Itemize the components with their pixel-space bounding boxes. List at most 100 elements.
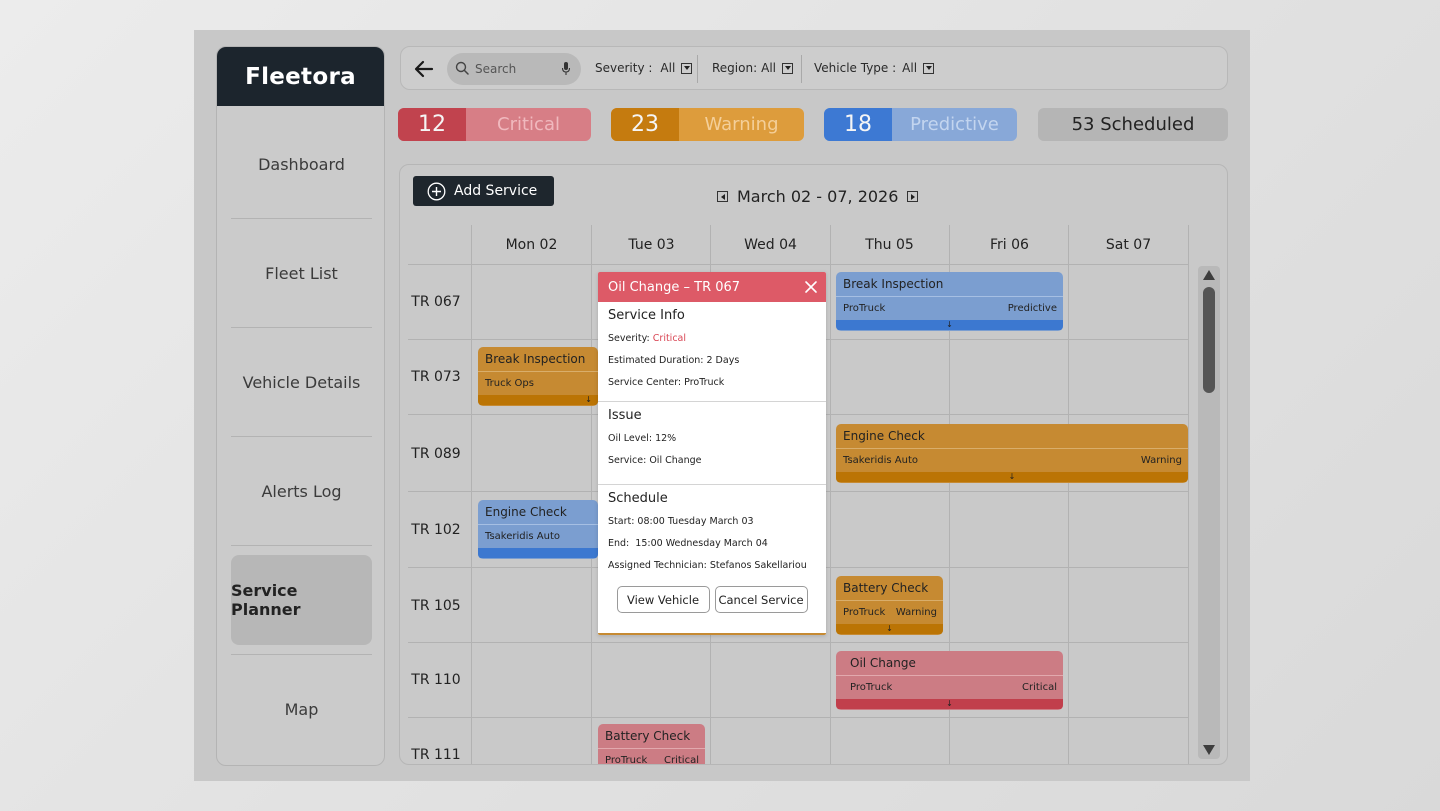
event-title: Break Inspection bbox=[843, 277, 944, 291]
popup-header: Oil Change – TR 067 bbox=[598, 272, 826, 302]
vehicle-row-label: TR 073 bbox=[411, 369, 461, 385]
plus-circle-icon bbox=[427, 182, 446, 200]
severity-label: Severity: bbox=[608, 332, 650, 344]
scroll-up-arrow-icon[interactable] bbox=[1203, 270, 1215, 280]
popup-actions: View Vehicle Cancel Service bbox=[608, 576, 816, 613]
nav-divider bbox=[231, 218, 372, 219]
sidebar: Fleetora Dashboard Fleet List Vehicle De… bbox=[216, 46, 385, 766]
event-title: Engine Check bbox=[485, 505, 567, 519]
service-event[interactable]: Break Inspection ProTruck Predictive ↓ bbox=[836, 272, 1063, 331]
service-event[interactable]: Engine Check Tsakeridis Auto bbox=[478, 500, 598, 559]
warning-label: Warning bbox=[704, 114, 779, 135]
nav-divider bbox=[231, 436, 372, 437]
expand-arrow-icon[interactable]: ↓ bbox=[478, 395, 598, 405]
nav-divider bbox=[231, 545, 372, 546]
service-event[interactable]: Engine Check Tsakeridis Auto Warning ↓ bbox=[836, 424, 1188, 483]
day-header: Wed 04 bbox=[744, 237, 797, 253]
severity-value: Critical bbox=[652, 332, 687, 344]
expand-arrow-icon[interactable]: ↓ bbox=[836, 699, 1063, 709]
region-filter[interactable]: Region: All bbox=[712, 61, 794, 75]
back-arrow-icon[interactable] bbox=[413, 58, 435, 80]
issue-section: Issue Oil Level: 12% Service: Oil Change bbox=[598, 402, 826, 485]
scheduled-summary-pill[interactable]: 53 Scheduled bbox=[1038, 108, 1228, 141]
grid-line bbox=[830, 225, 831, 764]
end-line: End: 15:00 Wednesday March 04 bbox=[608, 537, 768, 549]
event-severity: Predictive bbox=[1007, 303, 1057, 314]
vehicle-row-label: TR 102 bbox=[411, 522, 461, 538]
technician-line: Assigned Technician: Stefanos Sakellario… bbox=[608, 559, 807, 571]
section-heading: Service Info bbox=[608, 308, 685, 323]
expand-arrow-icon[interactable] bbox=[478, 548, 598, 558]
grid-line bbox=[408, 642, 1188, 643]
grid-line bbox=[1068, 225, 1069, 764]
expand-arrow-icon[interactable]: ↓ bbox=[836, 320, 1063, 330]
cancel-service-button[interactable]: Cancel Service bbox=[714, 586, 808, 613]
grid-line bbox=[591, 225, 592, 764]
severity-filter-label: Severity : bbox=[595, 61, 653, 75]
scroll-down-arrow-icon[interactable] bbox=[1203, 745, 1215, 755]
event-service-center: ProTruck bbox=[843, 607, 886, 618]
event-title: Battery Check bbox=[843, 581, 929, 595]
previous-week-icon[interactable] bbox=[717, 191, 728, 202]
date-range: March 02 - 07, 2026 bbox=[737, 187, 899, 206]
brand-logo: Fleetora bbox=[217, 47, 384, 106]
vertical-scrollbar[interactable] bbox=[1198, 266, 1220, 759]
grid-line bbox=[1188, 225, 1189, 764]
grid-line bbox=[471, 225, 472, 764]
warning-summary-pill[interactable]: 23 Warning bbox=[611, 108, 804, 141]
filter-divider bbox=[697, 55, 698, 83]
search-input[interactable] bbox=[475, 60, 555, 78]
section-heading: Schedule bbox=[608, 491, 668, 506]
event-severity: Warning bbox=[895, 607, 937, 618]
event-severity: Warning bbox=[1140, 455, 1182, 466]
day-header: Sat 07 bbox=[1105, 237, 1152, 253]
event-title: Battery Check bbox=[605, 729, 691, 743]
search-icon bbox=[455, 61, 469, 75]
event-service-center: ProTruck bbox=[850, 682, 893, 693]
nav-item-alerts-log[interactable]: Alerts Log bbox=[231, 446, 372, 536]
vehicle-type-filter[interactable]: Vehicle Type : All bbox=[814, 61, 935, 75]
nav-divider bbox=[231, 327, 372, 328]
event-service-center: ProTruck bbox=[605, 755, 648, 765]
nav-item-vehicle-details[interactable]: Vehicle Details bbox=[231, 337, 372, 427]
nav-item-map[interactable]: Map bbox=[231, 664, 372, 754]
next-week-icon[interactable] bbox=[907, 191, 919, 202]
vehicle-type-filter-value: All bbox=[902, 61, 918, 75]
duration-line: Estimated Duration: 2 Days bbox=[608, 354, 740, 366]
region-filter-label: Region: bbox=[712, 61, 758, 75]
region-filter-value: All bbox=[761, 61, 777, 75]
critical-summary-pill[interactable]: 12 Critical bbox=[398, 108, 591, 141]
microphone-icon[interactable] bbox=[561, 61, 571, 76]
predictive-summary-pill[interactable]: 18 Predictive bbox=[824, 108, 1017, 141]
view-vehicle-button[interactable]: View Vehicle bbox=[616, 586, 710, 613]
scroll-thumb[interactable] bbox=[1203, 287, 1215, 393]
vehicle-row-label: TR 067 bbox=[411, 294, 461, 310]
severity-filter[interactable]: Severity : All bbox=[595, 61, 693, 75]
event-title: Engine Check bbox=[843, 429, 925, 443]
event-severity: Critical bbox=[1022, 682, 1057, 693]
nav-item-service-planner[interactable]: Service Planner bbox=[231, 555, 372, 645]
service-event[interactable]: Battery Check ProTruck Critical bbox=[598, 724, 705, 765]
service-center-line: Service Center: ProTruck bbox=[608, 376, 725, 388]
event-severity: Critical bbox=[664, 755, 699, 765]
service-info-section: Service Info Severity: Critical Estimate… bbox=[598, 302, 826, 402]
service-event[interactable]: Battery Check ProTruck Warning ↓ bbox=[836, 576, 943, 635]
start-line: Start: 08:00 Tuesday March 03 bbox=[608, 515, 754, 527]
add-service-button[interactable]: Add Service bbox=[413, 176, 554, 206]
event-title: Oil Change bbox=[850, 656, 916, 670]
filter-bar: Severity : All Region: All Vehicle Type … bbox=[400, 46, 1228, 90]
nav-item-dashboard[interactable]: Dashboard bbox=[231, 119, 372, 209]
nav-item-fleet-list[interactable]: Fleet List bbox=[231, 228, 372, 318]
service-line: Service: Oil Change bbox=[608, 454, 702, 466]
event-service-center: Tsakeridis Auto bbox=[843, 455, 918, 466]
close-icon[interactable] bbox=[804, 280, 818, 294]
event-title: Break Inspection bbox=[485, 352, 586, 366]
dropdown-arrow-icon bbox=[923, 62, 935, 74]
service-event[interactable]: Oil Change ProTruck Critical ↓ bbox=[836, 651, 1063, 710]
search-box[interactable] bbox=[447, 53, 581, 85]
expand-arrow-icon[interactable]: ↓ bbox=[836, 624, 943, 634]
service-event[interactable]: Break Inspection Truck Ops ↓ bbox=[478, 347, 598, 406]
vehicle-row-label: TR 110 bbox=[411, 672, 461, 688]
expand-arrow-icon[interactable]: ↓ bbox=[836, 472, 1188, 482]
predictive-label: Predictive bbox=[910, 114, 999, 135]
